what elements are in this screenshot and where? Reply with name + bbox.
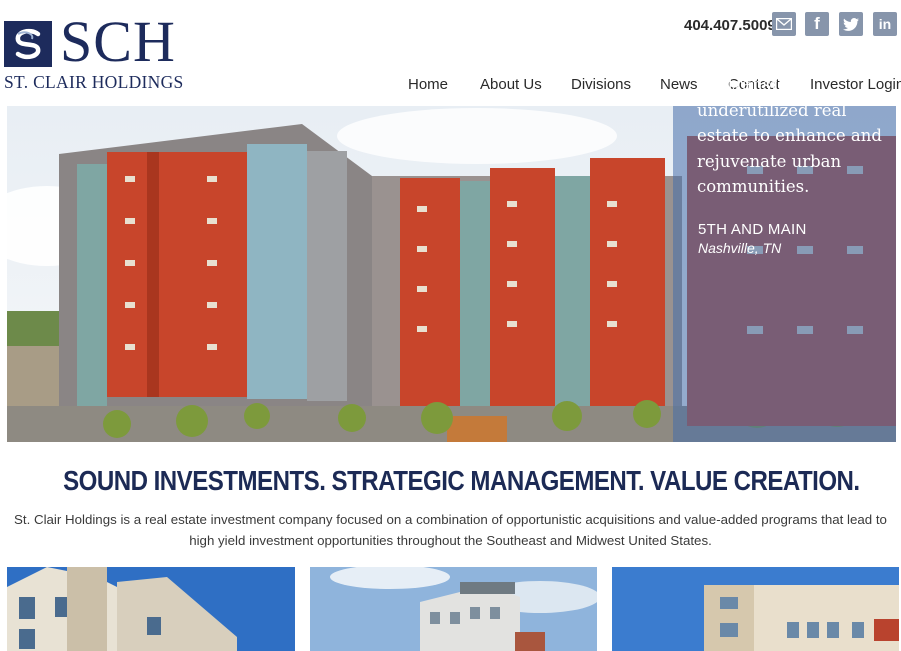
logo-initials: SCH (60, 9, 176, 74)
email-icon[interactable] (772, 12, 796, 36)
property-thumbnail-1[interactable] (7, 567, 295, 651)
hero-project-name: 5TH AND MAIN (698, 221, 807, 238)
property-thumbnail-2[interactable] (310, 567, 597, 651)
logo-company-name: ST. CLAIR HOLDINGS (4, 72, 184, 92)
facebook-icon[interactable]: f (805, 12, 829, 36)
nav-home[interactable]: Home (408, 76, 448, 93)
nav-about-us[interactable]: About Us (480, 76, 542, 93)
property-thumbnail-3[interactable] (612, 567, 899, 651)
twitter-icon[interactable] (839, 12, 863, 36)
hero-project-location: Nashville, TN (698, 240, 782, 256)
site-logo[interactable]: SCH ST. CLAIR HOLDINGS (4, 12, 209, 92)
intro-paragraph: St. Clair Holdings is a real estate inve… (14, 512, 887, 548)
phone-number[interactable]: 404.407.5009 (684, 17, 776, 34)
nav-divisions[interactable]: Divisions (571, 76, 631, 93)
page-headline: SOUND INVESTMENTS. STRATEGIC MANAGEMENT.… (63, 465, 860, 496)
linkedin-icon[interactable]: in (873, 12, 897, 36)
hero-tagline: We transform underutilized real estate t… (697, 75, 882, 196)
nav-news[interactable]: News (660, 76, 698, 93)
logo-mark-icon (4, 21, 52, 67)
